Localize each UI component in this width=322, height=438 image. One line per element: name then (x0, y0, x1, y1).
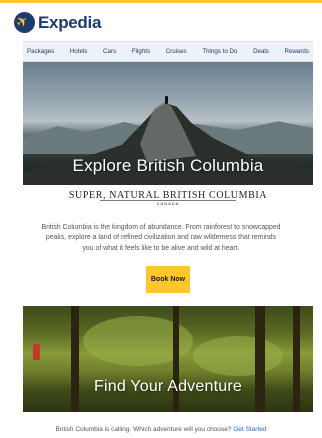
get-started-link[interactable]: Get Started (233, 426, 266, 433)
hero-image-mountain[interactable]: Explore British Columbia (23, 62, 313, 185)
header: ✈ Expedia (0, 3, 322, 41)
tree-trunk (173, 306, 179, 412)
partner-logo-subtext: CANADA (156, 201, 180, 206)
hero-title-adventure: Find Your Adventure (94, 378, 242, 395)
climber-silhouette (165, 96, 168, 104)
hiker-figure (33, 344, 40, 360)
tree-trunk (293, 306, 300, 412)
tree-trunk (71, 306, 79, 412)
nav-item-hotels[interactable]: Hotels (70, 48, 88, 55)
intro-line: you of what it feels like to be alive an… (82, 244, 240, 252)
nav-item-cars[interactable]: Cars (103, 48, 116, 55)
moss-highlight (193, 336, 283, 376)
footer-text: British Columbia is calling. Which adven… (55, 426, 232, 433)
expedia-logo[interactable]: ✈ Expedia (13, 12, 102, 33)
plane-globe-icon: ✈ (13, 12, 35, 33)
hero-title-explore: Explore British Columbia (72, 156, 264, 175)
nav-item-flights[interactable]: Flights (132, 48, 150, 55)
main-nav: Packages Hotels Cars Flights Cruises Thi… (23, 41, 313, 62)
intro-paragraph: British Columbia is the kingdom of abund… (0, 223, 322, 254)
brand-name: Expedia (38, 12, 102, 32)
footer-line: British Columbia is calling. Which adven… (0, 426, 322, 433)
tree-trunk (255, 306, 265, 412)
nav-item-cruises[interactable]: Cruises (166, 48, 187, 55)
book-now-button[interactable]: Book Now (146, 266, 190, 293)
nav-item-things-to-do[interactable]: Things to Do (202, 48, 237, 55)
nav-item-packages[interactable]: Packages (27, 48, 54, 55)
intro-line: peaks, explore a land of refined civiliz… (45, 234, 277, 242)
hero-image-forest[interactable]: Find Your Adventure (23, 306, 313, 412)
nav-item-deals[interactable]: Deals (253, 48, 269, 55)
intro-line: British Columbia is the kingdom of abund… (41, 224, 281, 231)
nav-item-rewards[interactable]: Rewards (285, 48, 309, 55)
